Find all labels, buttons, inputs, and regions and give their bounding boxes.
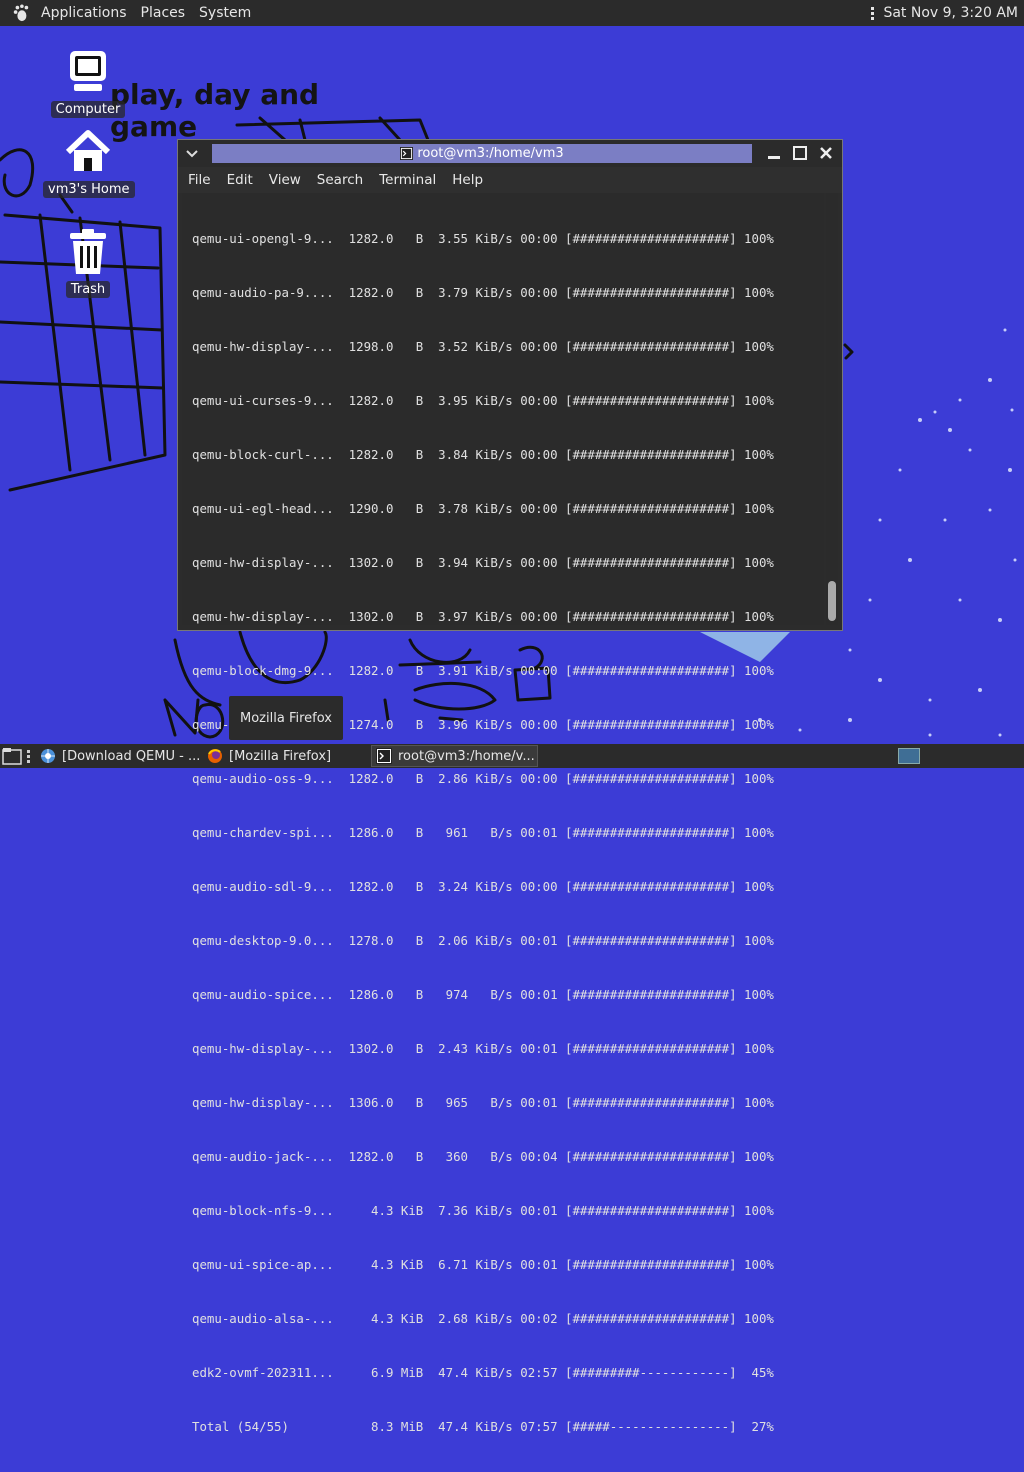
terminal-line: qemu-block-dmg-9... 1282.0 B 3.91 KiB/s … bbox=[192, 663, 774, 678]
clock[interactable]: Sat Nov 9, 3:20 AM bbox=[883, 5, 1018, 21]
close-button[interactable] bbox=[816, 142, 836, 164]
applications-menu[interactable]: Applications bbox=[34, 0, 134, 26]
scrollbar-thumb[interactable] bbox=[828, 581, 836, 621]
terminal-icon bbox=[400, 147, 414, 160]
terminal-line: edk2-ovmf-202311... 6.9 MiB 47.4 KiB/s 0… bbox=[192, 1365, 774, 1380]
task-mozilla-firefox[interactable]: [Mozilla Firefox] bbox=[203, 745, 368, 767]
chevron-down-icon bbox=[186, 149, 198, 157]
trash-icon bbox=[70, 229, 106, 274]
task-terminal[interactable]: root@vm3:/home/v... bbox=[371, 745, 538, 767]
terminal-line: qemu-hw-display-... 1302.0 B 3.94 KiB/s … bbox=[192, 555, 774, 570]
bottom-panel: [Download QEMU - ... [Mozilla Firefox] r… bbox=[0, 744, 1024, 768]
desktop-icon-home[interactable]: vm3's Home bbox=[43, 128, 135, 198]
menu-search[interactable]: Search bbox=[309, 172, 371, 188]
drawn-text-line-1: play, day and bbox=[110, 78, 320, 111]
window-title-area[interactable]: root@vm3:/home/vm3 bbox=[212, 144, 752, 163]
desktop-icon-label: vm3's Home bbox=[43, 181, 135, 198]
maximize-button[interactable] bbox=[790, 142, 810, 164]
titlebar[interactable]: root@vm3:/home/vm3 bbox=[178, 140, 842, 167]
menu-view[interactable]: View bbox=[261, 172, 309, 188]
window-menu-button[interactable] bbox=[178, 140, 206, 167]
terminal-window[interactable]: root@vm3:/home/vm3 File Edit View Search… bbox=[177, 139, 843, 1434]
task-label: root@vm3:/home/v... bbox=[398, 748, 535, 764]
window-title: root@vm3:/home/vm3 bbox=[417, 146, 564, 161]
terminal-line: qemu-audio-sdl-9... 1282.0 B 3.24 KiB/s … bbox=[192, 879, 774, 894]
terminal-line: qemu-chardev-spi... 1286.0 B 961 B/s 00:… bbox=[192, 825, 774, 840]
terminal-line: qemu-audio-jack-... 1282.0 B 360 B/s 00:… bbox=[192, 1149, 774, 1164]
terminal-line: qemu-ui-opengl-9... 1282.0 B 3.55 KiB/s … bbox=[192, 231, 774, 246]
terminal-line: qemu-audio-spice... 1286.0 B 974 B/s 00:… bbox=[192, 987, 774, 1002]
terminal-line: qemu-audio-alsa-... 4.3 KiB 2.68 KiB/s 0… bbox=[192, 1311, 774, 1326]
vertical-scrollbar[interactable] bbox=[826, 193, 838, 625]
show-desktop-icon[interactable] bbox=[2, 747, 22, 765]
terminal-line: qemu-desktop-9.0... 1278.0 B 2.06 KiB/s … bbox=[192, 933, 774, 948]
terminal-line: qemu-hw-display-... 1298.0 B 3.52 KiB/s … bbox=[192, 339, 774, 354]
terminal-line: qemu-ui-egl-head... 1290.0 B 3.78 KiB/s … bbox=[192, 501, 774, 516]
gnome-foot-icon[interactable] bbox=[12, 4, 30, 22]
minimize-icon bbox=[768, 156, 780, 159]
web-browser-icon bbox=[41, 749, 55, 763]
home-icon bbox=[65, 130, 111, 171]
terminal-line: qemu-hw-display-... 1302.0 B 2.43 KiB/s … bbox=[192, 1041, 774, 1056]
desktop-icon-label: Computer bbox=[50, 101, 126, 118]
computer-icon bbox=[70, 51, 106, 91]
menu-file[interactable]: File bbox=[178, 172, 219, 188]
firefox-icon bbox=[208, 749, 222, 763]
minimize-button[interactable] bbox=[764, 142, 784, 164]
menu-edit[interactable]: Edit bbox=[219, 172, 261, 188]
terminal-output[interactable]: qemu-ui-opengl-9... 1282.0 B 3.55 KiB/s … bbox=[182, 193, 824, 1434]
system-menu[interactable]: System bbox=[192, 0, 258, 26]
terminal-line: qemu-ui-spice-ap... 4.3 KiB 6.71 KiB/s 0… bbox=[192, 1257, 774, 1272]
top-panel: Applications Places System Sat Nov 9, 3:… bbox=[0, 0, 1024, 26]
terminal-line: qemu-block-nfs-9... 4.3 KiB 7.36 KiB/s 0… bbox=[192, 1203, 774, 1218]
desktop-icon-computer[interactable]: Computer bbox=[43, 48, 133, 118]
menu-terminal[interactable]: Terminal bbox=[371, 172, 444, 188]
terminal-menubar: File Edit View Search Terminal Help bbox=[178, 167, 842, 193]
terminal-line: qemu-audio-pa-9.... 1282.0 B 3.79 KiB/s … bbox=[192, 285, 774, 300]
task-download-qemu[interactable]: [Download QEMU - ... bbox=[36, 745, 199, 767]
task-label: [Mozilla Firefox] bbox=[229, 748, 332, 764]
close-icon bbox=[820, 147, 832, 159]
maximize-icon bbox=[793, 146, 807, 160]
terminal-line: Total (54/55) 8.3 MiB 47.4 KiB/s 07:57 [… bbox=[192, 1419, 774, 1434]
workspace-switcher[interactable] bbox=[898, 748, 920, 764]
task-label: [Download QEMU - ... bbox=[62, 748, 199, 764]
terminal-icon bbox=[376, 748, 392, 764]
desktop-icon-label: Trash bbox=[65, 281, 111, 298]
terminal-line: qemu-hw-display-... 1306.0 B 965 B/s 00:… bbox=[192, 1095, 774, 1110]
terminal-line: qemu-ui-curses-9... 1282.0 B 3.95 KiB/s … bbox=[192, 393, 774, 408]
places-menu[interactable]: Places bbox=[134, 0, 193, 26]
panel-kebab-icon[interactable] bbox=[871, 6, 875, 20]
taskbar-tooltip: Mozilla Firefox bbox=[229, 696, 343, 740]
desktop-icon-trash[interactable]: Trash bbox=[43, 228, 133, 298]
terminal-line: qemu-audio-oss-9... 1282.0 B 2.86 KiB/s … bbox=[192, 771, 774, 786]
menu-help[interactable]: Help bbox=[444, 172, 491, 188]
terminal-line: qemu-hw-display-... 1302.0 B 3.97 KiB/s … bbox=[192, 609, 774, 624]
panel-handle-icon bbox=[27, 750, 31, 763]
terminal-line: qemu-block-curl-... 1282.0 B 3.84 KiB/s … bbox=[192, 447, 774, 462]
